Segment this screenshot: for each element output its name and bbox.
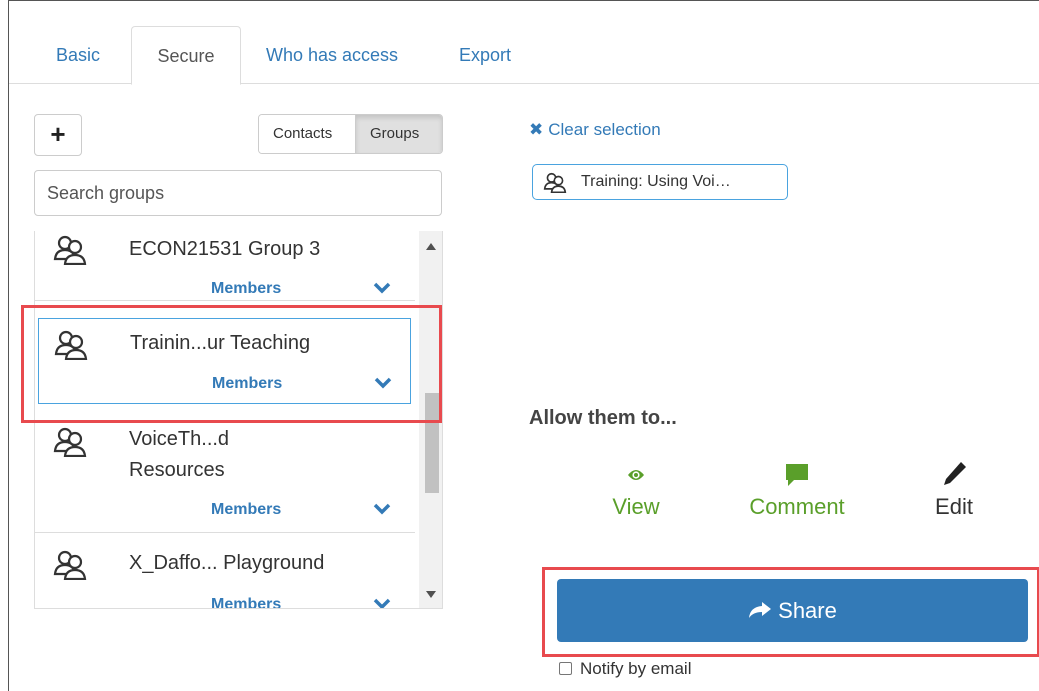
chevron-down-icon[interactable]: [373, 502, 391, 516]
groups-toggle-button[interactable]: Groups: [356, 115, 442, 153]
permission-edit-label: Edit: [935, 494, 973, 519]
notify-checkbox[interactable]: [559, 662, 572, 675]
notify-label: Notify by email: [580, 659, 692, 678]
permission-edit[interactable]: Edit: [914, 456, 994, 520]
members-toggle[interactable]: Members: [211, 501, 281, 519]
permission-comment-label: Comment: [749, 494, 845, 519]
tab-export[interactable]: Export: [437, 26, 533, 85]
chevron-down-icon[interactable]: [373, 281, 391, 295]
list-item[interactable]: VoiceTh...d Resources Members: [35, 417, 415, 533]
highlight-box-share: [542, 567, 1039, 657]
tab-bar: Basic Secure Who has access Export: [9, 23, 1039, 85]
close-icon: ✖: [529, 120, 544, 139]
group-icon: [543, 172, 567, 193]
add-button[interactable]: +: [34, 114, 82, 156]
contacts-toggle-button[interactable]: Contacts: [259, 115, 356, 153]
group-name-line-1: VoiceTh...d: [129, 428, 230, 450]
chevron-down-icon[interactable]: [373, 597, 391, 609]
allow-heading: Allow them to...: [529, 407, 677, 429]
pencil-icon: [944, 462, 966, 485]
scroll-down-arrow-icon[interactable]: [426, 591, 436, 598]
eye-icon: [628, 470, 644, 480]
members-toggle[interactable]: Members: [211, 596, 281, 608]
members-toggle[interactable]: Members: [211, 280, 281, 298]
tab-basic[interactable]: Basic: [34, 26, 122, 85]
highlight-box-selected-group: [21, 305, 442, 423]
permission-view-label: View: [612, 494, 660, 519]
tab-who-has-access[interactable]: Who has access: [244, 26, 420, 85]
selected-recipient-chip[interactable]: Training: Using Voi…: [532, 164, 788, 200]
tab-secure[interactable]: Secure: [131, 26, 241, 85]
permission-comment[interactable]: Comment: [727, 456, 867, 520]
contacts-groups-toggle: Contacts Groups: [258, 114, 443, 154]
search-groups-input[interactable]: Search groups: [34, 170, 442, 216]
comment-icon: [786, 464, 808, 486]
share-dialog: Basic Secure Who has access Export + Con…: [8, 0, 1039, 691]
chip-label: Training: Using Voi…: [581, 173, 731, 190]
notify-by-email[interactable]: Notify by email: [559, 659, 691, 679]
clear-selection-label: Clear selection: [548, 120, 661, 139]
clear-selection-link[interactable]: ✖ Clear selection: [529, 120, 661, 140]
list-item[interactable]: ECON21531 Group 3 Members: [35, 231, 415, 301]
group-icon: [53, 427, 87, 457]
group-name-line-2: Resources: [129, 459, 225, 481]
group-name: X_Daffo... Playground: [129, 552, 325, 574]
scroll-up-arrow-icon[interactable]: [426, 243, 436, 250]
permission-view[interactable]: View: [591, 456, 681, 520]
group-icon: [53, 550, 87, 580]
list-item[interactable]: X_Daffo... Playground Members: [35, 534, 415, 609]
group-name: ECON21531 Group 3: [129, 238, 321, 260]
group-icon: [53, 235, 87, 265]
